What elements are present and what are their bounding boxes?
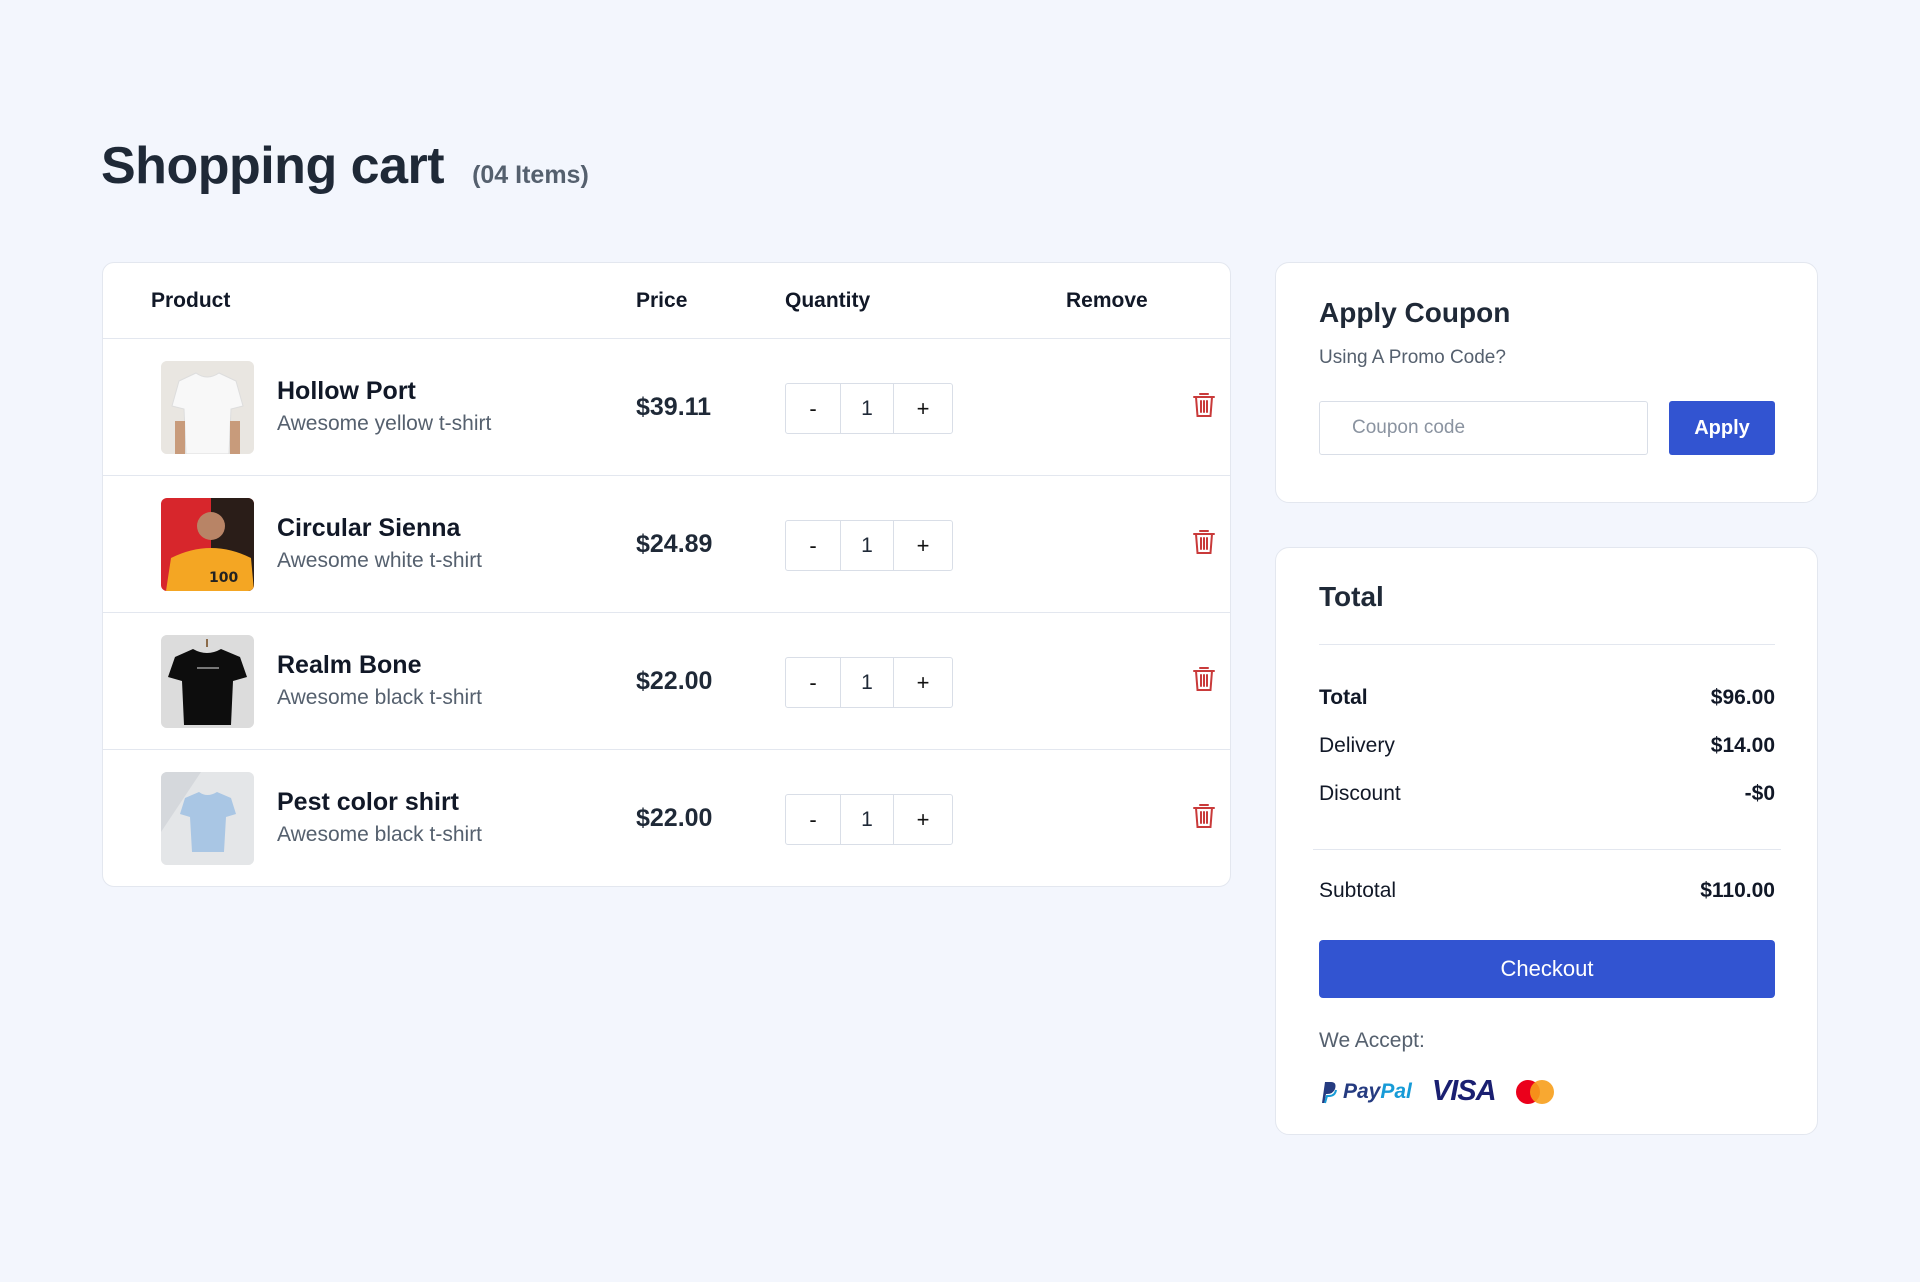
product-description: Awesome black t-shirt (277, 823, 483, 846)
cart-row: Realm Bone Awesome black t-shirt $22.00 … (103, 613, 1230, 750)
checkout-button[interactable]: Checkout (1319, 940, 1775, 998)
cart-row: Pest color shirt Awesome black t-shirt $… (103, 750, 1230, 886)
tshirt-yellow-image: 100 (161, 498, 254, 591)
increase-quantity-button[interactable]: + (894, 521, 952, 570)
trash-icon[interactable] (1192, 528, 1216, 556)
summary-row-subtotal: Subtotal $110.00 (1319, 879, 1775, 903)
product-price: $39.11 (636, 393, 712, 421)
decrease-quantity-button[interactable]: - (786, 384, 840, 433)
item-count: (04 Items) (472, 161, 589, 189)
quantity-value[interactable]: 1 (840, 521, 894, 570)
paypal-text-pal: Pal (1380, 1079, 1412, 1103)
increase-quantity-button[interactable]: + (894, 658, 952, 707)
summary-row-discount: Discount -$0 (1319, 782, 1775, 806)
svg-text:100: 100 (209, 570, 238, 586)
trash-icon[interactable] (1192, 391, 1216, 419)
summary-value: $96.00 (1710, 686, 1775, 709)
product-name[interactable]: Hollow Port (277, 377, 416, 406)
paypal-text-pay: Pay (1343, 1079, 1381, 1103)
decrease-quantity-button[interactable]: - (786, 795, 840, 844)
tshirt-blue-image (161, 772, 254, 865)
coupon-subtitle: Using A Promo Code? (1319, 347, 1506, 368)
paypal-logo: PayPal (1319, 1080, 1412, 1104)
paypal-icon (1322, 1081, 1337, 1103)
product-price: $22.00 (636, 804, 713, 832)
column-header-product: Product (151, 289, 231, 312)
subtotal-value: $110.00 (1700, 879, 1775, 902)
subtotal-label: Subtotal (1319, 879, 1397, 902)
column-header-quantity: Quantity (785, 289, 871, 312)
page-header: Shopping cart (04 Items) (101, 136, 589, 196)
cart-row: Hollow Port Awesome yellow t-shirt $39.1… (103, 339, 1230, 476)
product-price: $24.89 (636, 530, 713, 558)
mastercard-yellow-circle (1529, 1079, 1554, 1104)
quantity-value[interactable]: 1 (840, 795, 894, 844)
cart-table: Product Price Quantity Remove Hollow Por… (102, 262, 1231, 887)
quantity-stepper: - 1 + (785, 657, 953, 708)
page-title: Shopping cart (101, 137, 445, 195)
column-header-remove: Remove (1066, 289, 1148, 312)
cart-table-header: Product Price Quantity Remove (103, 263, 1230, 339)
product-image[interactable] (161, 635, 254, 728)
quantity-stepper: - 1 + (785, 794, 953, 845)
trash-icon[interactable] (1192, 802, 1216, 830)
order-summary-panel: Total Total $96.00 Delivery $14.00 Disco… (1275, 547, 1818, 1135)
visa-logo: VISA (1431, 1075, 1497, 1107)
increase-quantity-button[interactable]: + (894, 795, 952, 844)
product-name[interactable]: Circular Sienna (277, 514, 460, 543)
product-price: $22.00 (636, 667, 713, 695)
cart-row: 100 Circular Sienna Awesome white t-shir… (103, 476, 1230, 613)
decrease-quantity-button[interactable]: - (786, 521, 840, 570)
product-description: Awesome yellow t-shirt (277, 412, 492, 435)
trash-icon[interactable] (1192, 665, 1216, 693)
summary-label: Discount (1319, 782, 1401, 805)
summary-divider (1313, 849, 1781, 850)
quantity-value[interactable]: 1 (840, 384, 894, 433)
summary-title: Total (1319, 581, 1384, 612)
summary-row-delivery: Delivery $14.00 (1319, 734, 1775, 758)
coupon-title: Apply Coupon (1319, 297, 1511, 328)
coupon-code-input[interactable] (1319, 401, 1648, 455)
summary-divider (1319, 644, 1775, 645)
product-name[interactable]: Realm Bone (277, 651, 421, 680)
product-image[interactable]: 100 (161, 498, 254, 591)
payment-accept-label: We Accept: (1319, 1029, 1425, 1052)
mastercard-icon (1515, 1079, 1554, 1104)
product-description: Awesome black t-shirt (277, 686, 483, 709)
increase-quantity-button[interactable]: + (894, 384, 952, 433)
product-name[interactable]: Pest color shirt (277, 788, 459, 817)
quantity-stepper: - 1 + (785, 383, 953, 434)
tshirt-white-image (161, 361, 254, 454)
decrease-quantity-button[interactable]: - (786, 658, 840, 707)
product-description: Awesome white t-shirt (277, 549, 483, 572)
summary-label: Delivery (1319, 734, 1395, 757)
product-image[interactable] (161, 361, 254, 454)
summary-label: Total (1319, 686, 1368, 709)
coupon-panel: Apply Coupon Using A Promo Code? Apply (1275, 262, 1818, 503)
summary-value: $14.00 (1710, 734, 1775, 757)
apply-coupon-button[interactable]: Apply (1669, 401, 1775, 455)
column-header-price: Price (636, 289, 688, 312)
summary-row-total: Total $96.00 (1319, 686, 1775, 710)
payment-logos: PayPal VISA (1319, 1075, 1554, 1108)
quantity-value[interactable]: 1 (840, 658, 894, 707)
summary-value: -$0 (1744, 782, 1775, 805)
product-image[interactable] (161, 772, 254, 865)
quantity-stepper: - 1 + (785, 520, 953, 571)
tshirt-black-image (161, 635, 254, 728)
